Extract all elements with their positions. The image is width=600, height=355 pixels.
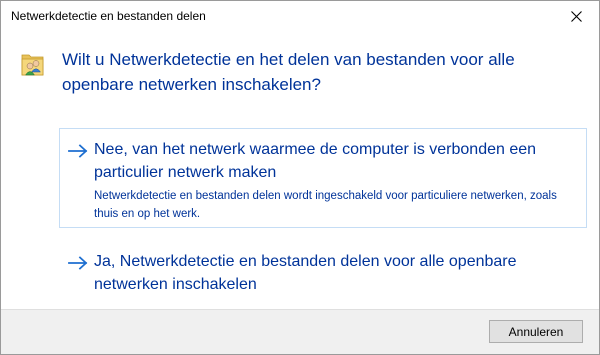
arrow-right-icon: [68, 144, 88, 158]
network-users-icon: [21, 54, 44, 76]
option-enable-public-label: Ja, Netwerkdetectie en bestanden delen v…: [94, 253, 517, 293]
dialog-question: Wilt u Netwerkdetectie en het delen van …: [62, 50, 515, 94]
option-make-private-label: Nee, van het netwerk waarmee de computer…: [94, 141, 537, 181]
title-bar: Netwerkdetectie en bestanden delen: [1, 1, 599, 31]
close-button[interactable]: [553, 1, 599, 31]
close-icon: [570, 10, 582, 22]
cancel-button[interactable]: Annuleren: [489, 320, 583, 343]
window-title: Netwerkdetectie en bestanden delen: [11, 9, 206, 23]
option-make-private-description: Netwerkdetectie en bestanden delen wordt…: [94, 190, 557, 220]
arrow-right-icon: [68, 256, 88, 270]
option-enable-public[interactable]: Ja, Netwerkdetectie en bestanden delen v…: [59, 240, 587, 296]
dialog-footer: Annuleren: [1, 309, 599, 354]
dialog-window: Netwerkdetectie en bestanden delen Wilt …: [0, 0, 600, 355]
option-make-private[interactable]: Nee, van het netwerk waarmee de computer…: [59, 128, 587, 228]
